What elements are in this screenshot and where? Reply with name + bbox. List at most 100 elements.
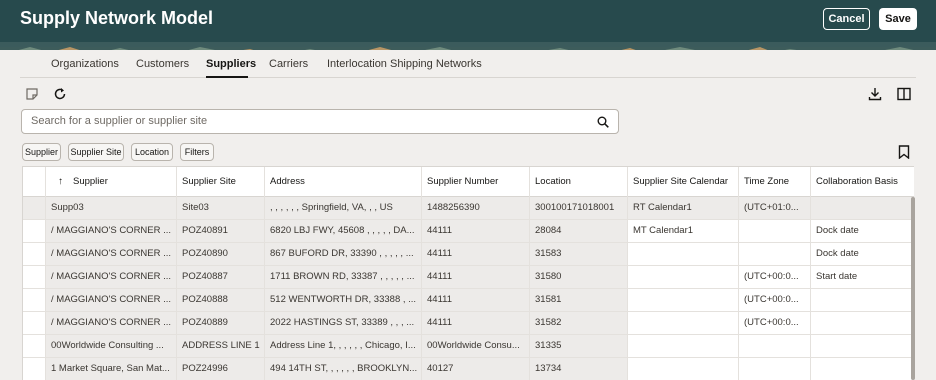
cell-supplier-number[interactable]: 00Worldwide Consu... (421, 335, 529, 357)
column-header-time-zone[interactable]: Time Zone (738, 167, 810, 197)
cell-supplier-site[interactable]: POZ40888 (176, 289, 264, 311)
row-selector[interactable] (23, 197, 45, 219)
cell-location[interactable]: 28084 (529, 220, 627, 242)
cell-supplier-site[interactable]: ADDRESS LINE 1 (176, 335, 264, 357)
cell-collaboration-basis[interactable]: Start date (810, 266, 914, 288)
columns-icon[interactable] (897, 87, 911, 101)
search-icon[interactable] (597, 116, 609, 128)
filter-chip-supplier-site[interactable]: Supplier Site (68, 143, 124, 161)
cell-supplier-site-calendar[interactable] (627, 289, 738, 311)
cell-supplier-number[interactable]: 44111 (421, 289, 529, 311)
cell-location[interactable]: 300100171018001 (529, 197, 627, 219)
refresh-icon[interactable] (53, 87, 67, 101)
cell-supplier-site[interactable]: POZ40889 (176, 312, 264, 334)
cell-collaboration-basis[interactable] (810, 312, 914, 334)
column-header-supplier-number[interactable]: Supplier Number (421, 167, 529, 197)
cell-supplier-site[interactable]: POZ40891 (176, 220, 264, 242)
tab-customers[interactable]: Customers (136, 58, 189, 70)
bookmark-icon[interactable] (897, 145, 911, 159)
cell-location[interactable]: 31581 (529, 289, 627, 311)
column-header-supplier-site[interactable]: Supplier Site (176, 167, 264, 197)
table-row[interactable]: / MAGGIANO'S CORNER ... POZ40888 512 WENTW… (23, 289, 914, 312)
cell-supplier[interactable]: / MAGGIANO'S CORNER ... (45, 266, 176, 288)
row-selector[interactable] (23, 220, 45, 242)
cell-supplier-number[interactable]: 1488256390 (421, 197, 529, 219)
cell-address[interactable]: 494 14TH ST, , , , , , BROOKLYN... (264, 358, 421, 380)
cell-time-zone[interactable]: (UTC+01:0... (738, 197, 810, 219)
vertical-scrollbar[interactable] (911, 197, 915, 380)
cell-supplier-site-calendar[interactable]: RT Calendar1 (627, 197, 738, 219)
cell-supplier[interactable]: / MAGGIANO'S CORNER ... (45, 243, 176, 265)
cell-address[interactable]: 512 WENTWORTH DR, 33388 , ... (264, 289, 421, 311)
row-selector[interactable] (23, 266, 45, 288)
save-button[interactable]: Save (879, 8, 917, 30)
cell-supplier-number[interactable]: 40127 (421, 358, 529, 380)
cell-address[interactable]: Address Line 1, , , , , , Chicago, I... (264, 335, 421, 357)
cell-address[interactable]: , , , , , , Springfield, VA, , , US (264, 197, 421, 219)
cell-collaboration-basis[interactable] (810, 335, 914, 357)
filter-chip-filters[interactable]: Filters (180, 143, 214, 161)
cell-time-zone[interactable] (738, 243, 810, 265)
table-row[interactable]: / MAGGIANO'S CORNER ... POZ40890 867 BUFOR… (23, 243, 914, 266)
cell-time-zone[interactable] (738, 220, 810, 242)
row-selector[interactable] (23, 358, 45, 380)
cell-time-zone[interactable] (738, 358, 810, 380)
column-header-supplier-site-calendar[interactable]: Supplier Site Calendar (627, 167, 738, 197)
notes-icon[interactable] (25, 87, 39, 101)
cell-supplier[interactable]: / MAGGIANO'S CORNER ... (45, 312, 176, 334)
row-selector[interactable] (23, 243, 45, 265)
cell-location[interactable]: 31335 (529, 335, 627, 357)
cell-supplier-site-calendar[interactable] (627, 243, 738, 265)
table-row[interactable]: Supp03 Site03, , , , , , Springfield, VA,… (23, 197, 914, 220)
table-row[interactable]: 1 Market Square, San Mat... POZ24996 494 1… (23, 358, 914, 380)
tab-organizations[interactable]: Organizations (51, 58, 119, 70)
cell-supplier-site-calendar[interactable] (627, 358, 738, 380)
column-header-location[interactable]: Location (529, 167, 627, 197)
filter-chip-supplier[interactable]: Supplier (22, 143, 61, 161)
table-row[interactable]: 00Worldwide Consulting ... ADDRESS LINE 1… (23, 335, 914, 358)
cell-time-zone[interactable]: (UTC+00:0... (738, 312, 810, 334)
cell-address[interactable]: 1711 BROWN RD, 33387 , , , , , ... (264, 266, 421, 288)
cell-supplier[interactable]: / MAGGIANO'S CORNER ... (45, 289, 176, 311)
row-selector[interactable] (23, 289, 45, 311)
search-input[interactable] (31, 115, 571, 127)
cell-collaboration-basis[interactable] (810, 289, 914, 311)
cell-location[interactable]: 31582 (529, 312, 627, 334)
cell-supplier-site-calendar[interactable] (627, 335, 738, 357)
cell-supplier-number[interactable]: 44111 (421, 220, 529, 242)
cell-supplier-site-calendar[interactable] (627, 312, 738, 334)
cell-supplier[interactable]: / MAGGIANO'S CORNER ... (45, 220, 176, 242)
cancel-button[interactable]: Cancel (823, 8, 870, 30)
tab-interlocation-shipping-networks[interactable]: Interlocation Shipping Networks (327, 58, 482, 70)
download-icon[interactable] (868, 87, 882, 101)
tab-suppliers[interactable]: Suppliers (206, 58, 256, 70)
cell-time-zone[interactable]: (UTC+00:0... (738, 289, 810, 311)
cell-supplier[interactable]: Supp03 (45, 197, 176, 219)
row-selector[interactable] (23, 335, 45, 357)
cell-collaboration-basis[interactable]: Dock date (810, 220, 914, 242)
cell-supplier-site-calendar[interactable]: MT Calendar1 (627, 220, 738, 242)
row-selector[interactable] (23, 312, 45, 334)
cell-supplier-site[interactable]: Site03 (176, 197, 264, 219)
column-header-supplier[interactable]: Supplier (45, 167, 176, 197)
cell-location[interactable]: 31583 (529, 243, 627, 265)
column-header-address[interactable]: Address (264, 167, 421, 197)
cell-collaboration-basis[interactable] (810, 197, 914, 219)
cell-address[interactable]: 6820 LBJ FWY, 45608 , , , , , DA... (264, 220, 421, 242)
tab-carriers[interactable]: Carriers (269, 58, 308, 70)
table-row[interactable]: / MAGGIANO'S CORNER ... POZ40887 1711 BROW… (23, 266, 914, 289)
column-header-collaboration-basis[interactable]: Collaboration Basis (810, 167, 914, 197)
cell-collaboration-basis[interactable] (810, 358, 914, 380)
cell-supplier-number[interactable]: 44111 (421, 266, 529, 288)
cell-supplier-number[interactable]: 44111 (421, 312, 529, 334)
cell-supplier[interactable]: 1 Market Square, San Mat... (45, 358, 176, 380)
cell-location[interactable]: 13734 (529, 358, 627, 380)
table-row[interactable]: / MAGGIANO'S CORNER ... POZ40889 2022 HAST… (23, 312, 914, 335)
cell-location[interactable]: 31580 (529, 266, 627, 288)
cell-time-zone[interactable] (738, 335, 810, 357)
cell-collaboration-basis[interactable]: Dock date (810, 243, 914, 265)
cell-supplier[interactable]: 00Worldwide Consulting ... (45, 335, 176, 357)
cell-address[interactable]: 867 BUFORD DR, 33390 , , , , , ... (264, 243, 421, 265)
cell-address[interactable]: 2022 HASTINGS ST, 33389 , , , ... (264, 312, 421, 334)
table-row[interactable]: / MAGGIANO'S CORNER ... POZ40891 6820 LBJ … (23, 220, 914, 243)
